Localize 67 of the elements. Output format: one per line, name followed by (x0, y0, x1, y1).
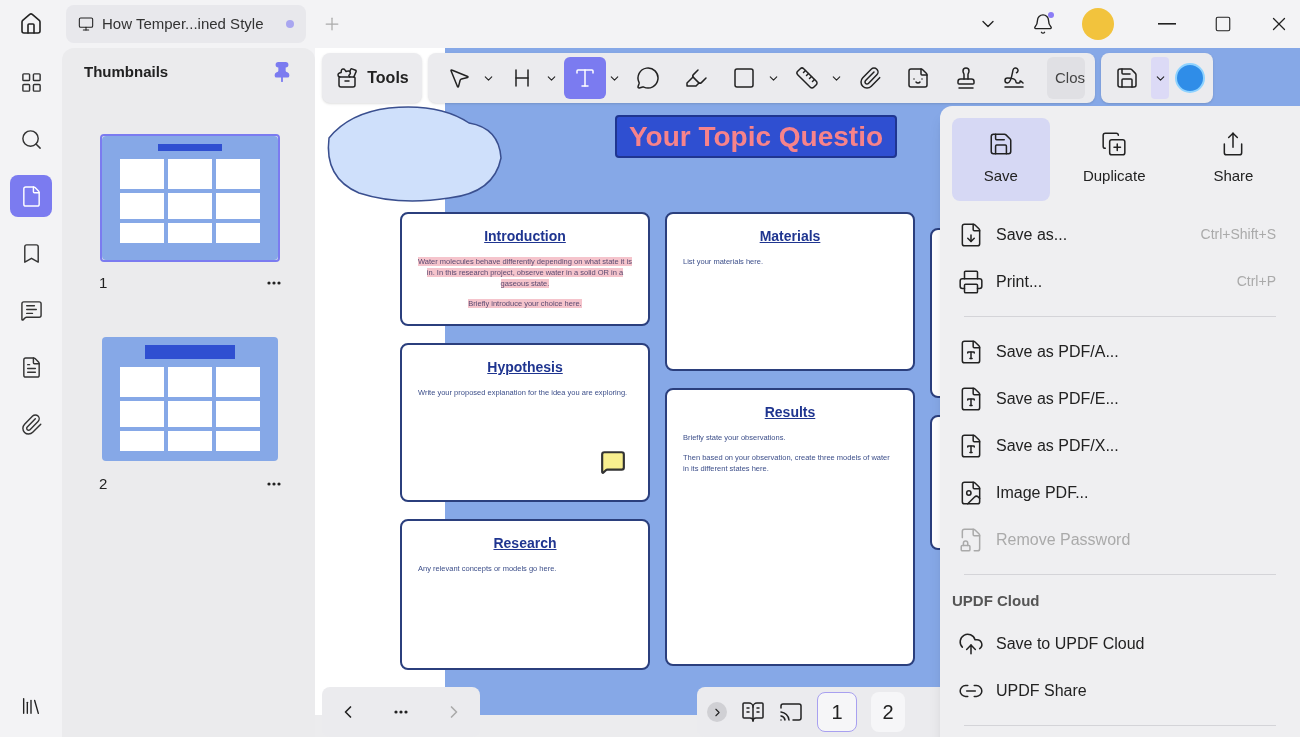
menu-item[interactable]: UPDF Share (952, 667, 1276, 714)
poster-title: Your Topic Questio (615, 115, 898, 158)
rectangle-icon (732, 66, 756, 90)
search-icon (19, 127, 43, 151)
minimize-icon (1158, 23, 1176, 25)
highlighter-icon (684, 66, 708, 90)
card-heading: Introduction (483, 227, 567, 246)
reading-mode-button[interactable] (741, 700, 765, 724)
text-icon (573, 66, 597, 90)
stamp-icon (954, 66, 978, 90)
ellipsis-icon (267, 281, 281, 286)
home-icon (19, 12, 43, 36)
printer-icon (958, 268, 984, 295)
book-icon (741, 700, 765, 724)
maximize-icon (1214, 15, 1232, 33)
menu-item[interactable]: Print... Ctrl+P (952, 258, 1276, 305)
paperclip-icon (19, 412, 43, 436)
card-heading: Results (763, 403, 817, 422)
monitor-icon (78, 16, 94, 32)
menu-item[interactable]: Save as... Ctrl+Shift+S (952, 211, 1276, 258)
duplicate-icon (1101, 131, 1128, 158)
speech-bubble-icon (636, 66, 660, 90)
menu-item[interactable]: Save as PDF/A... (952, 328, 1276, 375)
page-button[interactable]: 1 (817, 692, 857, 732)
page-number: 1 (99, 273, 108, 293)
panel-title: Thumbnails (84, 61, 169, 82)
shortcut-text: Ctrl+P (1236, 272, 1276, 291)
sticker-icon (906, 66, 930, 90)
menu-action[interactable]: Share (1178, 118, 1288, 201)
menu-item[interactable]: Save as PDF/X... (952, 422, 1276, 469)
page-button[interactable]: 2 (871, 692, 905, 732)
page-number: 2 (99, 473, 108, 494)
paperclip-icon (858, 66, 882, 90)
grid-icon (19, 70, 43, 94)
bell-icon (1032, 13, 1054, 35)
menu-item[interactable]: Save as PDF/E... (952, 375, 1276, 422)
toolbox-icon (335, 66, 360, 90)
tab-title: How Temper...ined Style (102, 13, 264, 34)
card-heading: Materials (758, 227, 822, 246)
card-heading: Research (492, 534, 558, 553)
menu-item[interactable]: Image PDF... (952, 469, 1276, 516)
assistant-icon[interactable] (1175, 63, 1205, 93)
pointer-icon (447, 66, 471, 90)
comment-note-icon[interactable] (600, 449, 626, 475)
save-icon (987, 131, 1014, 158)
library-icon (20, 695, 42, 717)
ellipsis-icon (394, 710, 408, 714)
document-tab[interactable]: How Temper...ined Style (66, 5, 306, 43)
ruler-icon (795, 66, 819, 90)
comment-icon (19, 298, 43, 322)
menu-item[interactable]: Save to UPDF Cloud (952, 620, 1276, 667)
present-button[interactable] (779, 700, 803, 724)
menu-action[interactable]: Save (952, 118, 1050, 201)
card-heading: Hypothesis (486, 358, 564, 377)
signature-icon (1002, 66, 1026, 90)
cloud-upload-icon (958, 630, 984, 657)
ellipsis-icon (267, 481, 281, 486)
expand-button[interactable] (707, 702, 727, 722)
menu-action[interactable]: Duplicate (1059, 118, 1169, 201)
save-icon (1115, 66, 1139, 90)
shortcut-text: Ctrl+Shift+S (1200, 225, 1276, 244)
screen-icon (779, 700, 803, 724)
close-tool-button[interactable]: Clos (1047, 57, 1085, 99)
section-header: UPDF Cloud (952, 591, 1041, 611)
pages-tab[interactable] (10, 175, 52, 217)
tools-button[interactable]: Tools (322, 53, 422, 103)
text-tool[interactable] (564, 57, 621, 99)
